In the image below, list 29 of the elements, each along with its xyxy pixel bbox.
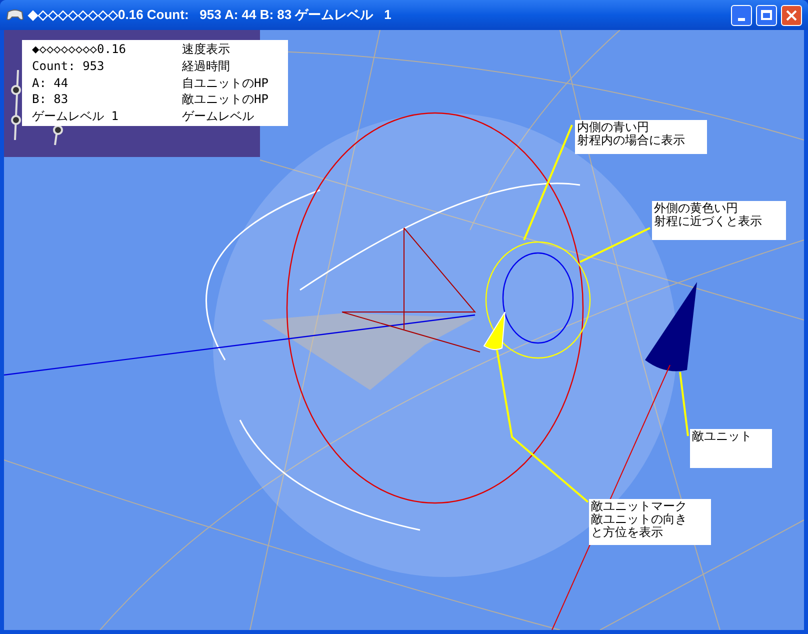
info-value: B: 83 [32,92,70,108]
minimize-icon [738,18,745,20]
info-label: ゲームレベル [182,109,255,126]
info-value: A: 44 [32,76,70,92]
maximize-button[interactable] [756,4,777,26]
window-title: ◆◇◇◇◇◇◇◇◇0.16 Count: 953 A: 44 B: 83 ゲームレベル 1 [28,6,392,24]
info-value: ゲームレベル 1 [32,109,120,126]
info-value: Count: 953 [32,58,106,75]
callout-text: 射程内の場合に表示 [577,134,685,147]
callout-text: 射程に近づくと表示 [654,215,762,228]
callout-text: 内側の青い円 [577,121,649,134]
info-label: 敵ユニットのHP [182,92,270,108]
info-label: 自ユニットのHP [182,76,270,92]
callout-text: 敵ユニットの向き [591,513,687,526]
callout-text: 外側の黄色い円 [654,202,738,215]
info-label: 経過時間 [182,58,231,75]
leader-line [580,227,650,263]
leader-line [679,372,689,436]
callout-text: 敵ユニットマーク [591,500,687,513]
maximize-icon [761,10,772,20]
callout-text: 敵ユニット [692,430,752,443]
enemy-marker [484,312,506,350]
callout-text: と方位を表示 [591,526,663,539]
gamepad-icon [6,8,24,22]
close-button[interactable] [781,4,802,26]
info-value: ◆◇◇◇◇◇◇◇◇0.16 [32,42,127,58]
info-label: 速度表示 [182,42,231,58]
close-icon [786,10,797,20]
minimize-button[interactable] [731,4,752,26]
